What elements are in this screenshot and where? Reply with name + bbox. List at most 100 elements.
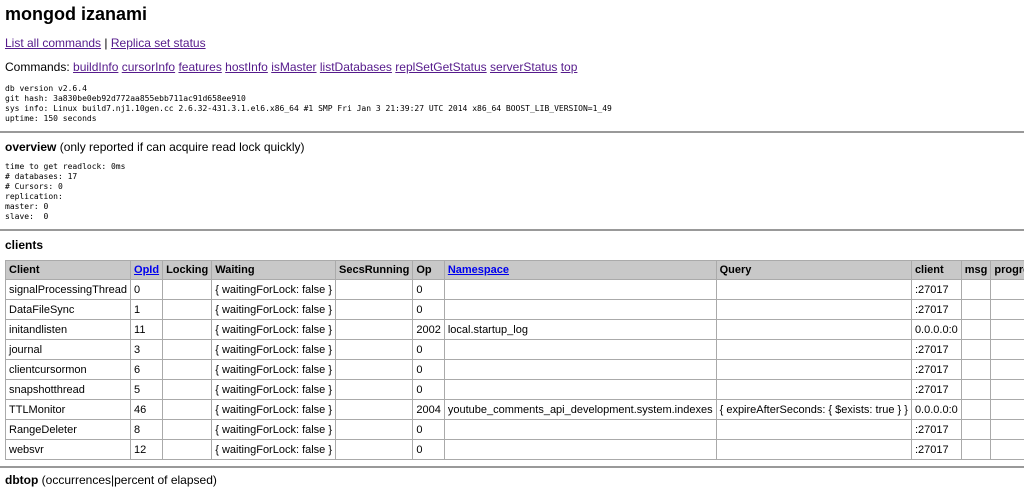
cell-namespace: youtube_comments_api_development.system.… <box>444 400 716 420</box>
list-all-commands-link[interactable]: List all commands <box>5 36 101 50</box>
separator: | <box>104 36 107 50</box>
cell-msg <box>961 360 991 380</box>
cell-msg <box>961 440 991 460</box>
command-link-serverStatus[interactable]: serverStatus <box>490 60 557 74</box>
cell-secsrunning <box>336 400 413 420</box>
cell-client: :27017 <box>911 440 961 460</box>
divider <box>0 131 1024 133</box>
cell-opid: 11 <box>131 320 163 340</box>
table-row: journal3{ waitingForLock: false }0:27017 <box>6 340 1024 360</box>
cell-progress <box>991 400 1024 420</box>
cell-op: 0 <box>413 380 444 400</box>
cell-waiting: { waitingForLock: false } <box>212 420 336 440</box>
command-link-hostInfo[interactable]: hostInfo <box>225 60 268 74</box>
cell-locking <box>163 380 212 400</box>
version-info: db version v2.6.4 git hash: 3a830be0eb92… <box>5 84 1019 124</box>
cell-client: DataFileSync <box>6 300 131 320</box>
cell-opid: 12 <box>131 440 163 460</box>
divider <box>0 466 1024 468</box>
cell-locking <box>163 440 212 460</box>
cell-waiting: { waitingForLock: false } <box>212 440 336 460</box>
cell-op: 0 <box>413 300 444 320</box>
cell-opid: 0 <box>131 280 163 300</box>
clients-heading: clients <box>5 238 1019 260</box>
table-row: websvr12{ waitingForLock: false }0:27017 <box>6 440 1024 460</box>
column-header-op: Op <box>413 261 444 280</box>
divider <box>0 229 1024 231</box>
cell-namespace <box>444 360 716 380</box>
cell-client: snapshotthread <box>6 380 131 400</box>
column-header-client: Client <box>6 261 131 280</box>
cell-client: initandlisten <box>6 320 131 340</box>
cell-client: 0.0.0.0:0 <box>911 320 961 340</box>
column-header-msg: msg <box>961 261 991 280</box>
page-title: mongod izanami <box>5 3 1019 31</box>
cell-client: journal <box>6 340 131 360</box>
cell-opid: 8 <box>131 420 163 440</box>
cell-query <box>716 440 911 460</box>
command-link-cursorInfo[interactable]: cursorInfo <box>122 60 175 74</box>
cell-progress <box>991 360 1024 380</box>
sort-namespace-link[interactable]: Namespace <box>448 264 509 276</box>
cell-namespace <box>444 340 716 360</box>
column-header-client: client <box>911 261 961 280</box>
cell-opid: 6 <box>131 360 163 380</box>
cell-client: :27017 <box>911 340 961 360</box>
cell-progress <box>991 380 1024 400</box>
cell-client: clientcursormon <box>6 360 131 380</box>
cell-locking <box>163 400 212 420</box>
cell-client: 0.0.0.0:0 <box>911 400 961 420</box>
cell-query <box>716 360 911 380</box>
command-link-features[interactable]: features <box>178 60 221 74</box>
cell-client: :27017 <box>911 280 961 300</box>
commands-label: Commands: <box>5 60 70 74</box>
cell-client: RangeDeleter <box>6 420 131 440</box>
cell-op: 2002 <box>413 320 444 340</box>
cell-waiting: { waitingForLock: false } <box>212 360 336 380</box>
cell-locking <box>163 420 212 440</box>
overview-title: overview <box>5 140 56 154</box>
replica-set-status-link[interactable]: Replica set status <box>111 36 206 50</box>
column-header-waiting: Waiting <box>212 261 336 280</box>
cell-query <box>716 340 911 360</box>
cell-client: signalProcessingThread <box>6 280 131 300</box>
cell-namespace: local.startup_log <box>444 320 716 340</box>
cell-locking <box>163 300 212 320</box>
overview-note: (only reported if can acquire read lock … <box>56 140 304 154</box>
cell-query <box>716 280 911 300</box>
cell-waiting: { waitingForLock: false } <box>212 280 336 300</box>
cell-namespace <box>444 300 716 320</box>
command-link-buildInfo[interactable]: buildInfo <box>73 60 118 74</box>
cell-progress <box>991 300 1024 320</box>
table-row: RangeDeleter8{ waitingForLock: false }0:… <box>6 420 1024 440</box>
command-link-top[interactable]: top <box>561 60 578 74</box>
dbtop-note: (occurrences|percent of elapsed) <box>38 473 217 487</box>
top-links: List all commands | Replica set status <box>5 36 1019 60</box>
cell-opid: 3 <box>131 340 163 360</box>
cell-namespace <box>444 420 716 440</box>
command-link-replSetGetStatus[interactable]: replSetGetStatus <box>395 60 486 74</box>
cell-op: 0 <box>413 360 444 380</box>
cell-client: TTLMonitor <box>6 400 131 420</box>
cell-query <box>716 320 911 340</box>
commands-bar: Commands: buildInfo cursorInfo features … <box>5 60 1019 84</box>
cell-waiting: { waitingForLock: false } <box>212 380 336 400</box>
cell-waiting: { waitingForLock: false } <box>212 300 336 320</box>
table-row: initandlisten11{ waitingForLock: false }… <box>6 320 1024 340</box>
cell-msg <box>961 340 991 360</box>
sort-opid-link[interactable]: OpId <box>134 264 159 276</box>
cell-secsrunning <box>336 300 413 320</box>
cell-query <box>716 300 911 320</box>
cell-op: 2004 <box>413 400 444 420</box>
cell-opid: 1 <box>131 300 163 320</box>
cell-secsrunning <box>336 360 413 380</box>
clients-table: ClientOpIdLockingWaitingSecsRunningOpNam… <box>5 260 1024 460</box>
cell-waiting: { waitingForLock: false } <box>212 400 336 420</box>
command-link-listDatabases[interactable]: listDatabases <box>320 60 392 74</box>
cell-msg <box>961 400 991 420</box>
command-link-isMaster[interactable]: isMaster <box>271 60 316 74</box>
column-header-query: Query <box>716 261 911 280</box>
cell-secsrunning <box>336 280 413 300</box>
cell-namespace <box>444 380 716 400</box>
cell-msg <box>961 300 991 320</box>
